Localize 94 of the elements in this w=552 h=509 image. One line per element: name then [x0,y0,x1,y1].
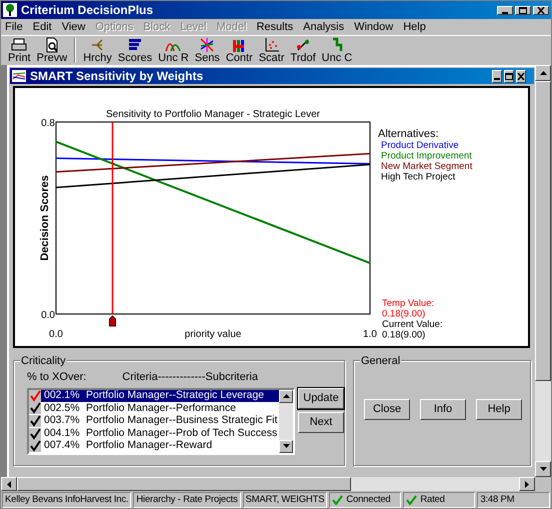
toolbar-button[interactable]: Sens [192,36,223,64]
scroll-up-button[interactable] [279,390,293,402]
checkbox[interactable] [29,402,41,414]
close-icon [537,6,545,14]
maximize-button[interactable] [515,6,531,14]
column-header: % to XOver: [27,370,86,385]
legend-item: Product Improvement [381,150,472,162]
menu-item[interactable]: Window [354,18,394,36]
criteria-list[interactable] [27,388,295,454]
checkbox[interactable] [29,390,41,402]
left-arrow-icon [7,480,11,488]
chart-title: Sensitivity to Portfolio Manager - Strategic Lever [106,109,320,120]
status-pane: SMART, WEIGHTS [242,492,328,508]
checkbox[interactable] [29,428,41,440]
toolbar-button[interactable]: Scores [114,36,156,64]
child-window-title: SMART Sensitivity by Weights [30,68,204,85]
list-row[interactable]: 003.7% Portfolio Manager--Business Strategic Fit [29,414,279,428]
status-pane: Kelley Bevans InfoHarvest Inc. [2,492,132,508]
minimize-button[interactable] [497,6,513,14]
menu-item[interactable]: File [5,18,23,36]
horizontal-scrollbar[interactable] [1,477,535,491]
vertical-scrollbar[interactable] [279,390,293,452]
toolbar-button[interactable]: Contr [222,36,256,64]
scroll-thumb[interactable] [535,81,551,381]
dialog-button[interactable]: Info [420,399,466,420]
status-pane: Hierarchy - Rate Projects [133,492,240,508]
close-button[interactable] [533,6,549,14]
legend-item: Product Derivative [381,140,459,151]
toolbar-button[interactable]: Scatr [256,36,288,64]
toolbar-button[interactable]: Trdof [287,36,319,64]
print-icon [11,37,28,53]
list-row[interactable]: 007.4% Portfolio Manager--Reward [29,440,279,452]
scroll-left-button[interactable] [1,477,17,491]
window-title: Criterium DecisionPlus [21,2,154,19]
toolbar-button[interactable]: Print [5,36,34,64]
group-title: Criticality [20,353,67,370]
close-icon [517,72,525,80]
y-axis-label: Decision Scores [39,175,51,261]
scroll-up-button[interactable] [535,65,551,81]
menu-item[interactable]: Help [403,18,426,36]
toolbar-button[interactable]: Unc C [318,36,356,64]
dialog-button[interactable]: Help [476,399,522,420]
menu-item[interactable]: Analysis [303,18,344,36]
current-value: 0.18(9.00) [382,330,426,340]
scatr-icon [264,37,280,53]
scroll-right-button[interactable] [519,477,535,491]
legend-item: High Tech Project [381,172,456,182]
toolbar-button[interactable]: Prevw [34,36,70,64]
y-tick-label: 0.0 [41,310,55,321]
dialog-button[interactable]: Update [298,388,344,408]
menu-item[interactable]: View [62,18,86,36]
scroll-thumb[interactable] [17,477,351,491]
vertical-scrollbar[interactable] [535,65,551,477]
checkbox[interactable] [29,414,41,427]
temp-value: 0.18(9.00) [382,308,426,320]
close-button[interactable] [516,70,526,82]
list-row[interactable]: 004.1% Portfolio Manager--Prob of Tech Success [29,427,279,440]
scroll-down-button[interactable] [279,440,293,452]
status-pane: Connected [329,492,402,508]
list-row[interactable]: 002.1% Portfolio Manager--Strategic Leverage [29,390,279,402]
x-tick-label: 0.0 [49,329,63,340]
temp-value-label: Temp Value: [382,298,434,309]
up-arrow-icon [540,71,546,75]
tree-icon [3,3,17,17]
maximize-icon [505,72,513,80]
scores-icon [127,37,144,53]
x-axis-label: priority value [184,329,242,340]
dialog-button[interactable]: Next [298,412,344,432]
status-pane: 3:48 PM [477,492,550,508]
y-tick-label: 0.8 [41,118,55,129]
list-row[interactable]: 002.5% Portfolio Manager--Performance [29,402,279,415]
checkbox[interactable] [29,440,41,452]
column-header: Criteria-------------Subcriteria [122,370,258,385]
menu-item[interactable]: Results [256,18,294,36]
chart-icon [12,70,26,82]
up-arrow-icon [282,394,290,398]
maximize-button[interactable] [504,70,514,82]
status-pane: Rated [403,492,476,508]
down-arrow-icon [540,467,546,471]
maximize-icon [519,6,527,14]
legend-item: New Market Segment [381,161,472,172]
right-arrow-icon [525,480,529,488]
toolbar-button[interactable]: Unc R [155,36,192,64]
scroll-down-button[interactable] [535,461,551,477]
minimize-button[interactable] [492,70,502,82]
toolbar-button[interactable]: Hrchy [80,36,115,64]
current-value-label: Current Value: [382,319,443,330]
sens-icon [199,37,216,53]
down-arrow-icon [282,444,290,448]
x-tick-label: 1.0 [363,329,377,340]
slider-handle[interactable] [109,315,116,326]
dialog-button[interactable]: Close [364,399,410,420]
legend-title: Alternatives: [378,128,439,140]
menu-item[interactable]: Edit [32,18,52,36]
